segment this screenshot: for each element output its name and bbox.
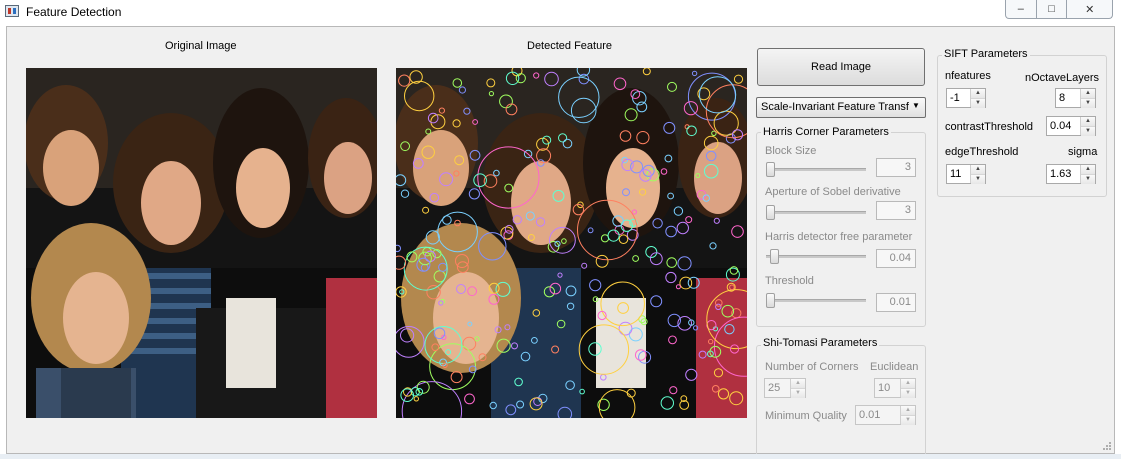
threshold-label: Threshold	[765, 275, 814, 287]
block-size-label: Block Size	[765, 145, 817, 157]
spin-up-icon[interactable]: ▲	[1081, 165, 1095, 175]
window-controls: – □ ✕	[1005, 0, 1113, 19]
euclidean-label: Euclidean	[870, 361, 919, 373]
noctavelayers-label: nOctaveLayers	[1025, 72, 1099, 84]
nfeatures-label: nfeatures	[945, 70, 991, 82]
app-icon	[5, 5, 19, 17]
sigma-label: sigma	[1068, 146, 1098, 158]
block-size-slider-handle[interactable]	[766, 162, 775, 177]
chevron-down-icon: ▼	[912, 101, 920, 110]
spin-up-icon[interactable]: ▲	[971, 89, 985, 99]
minimum-quality-spinbox[interactable]: 0.01 ▲ ▼	[855, 405, 916, 425]
aperture-slider-handle[interactable]	[766, 205, 775, 220]
nfeatures-value: -1	[950, 92, 960, 104]
spin-up-icon[interactable]: ▲	[901, 379, 915, 389]
spin-down-icon[interactable]: ▼	[1081, 127, 1095, 136]
sift-group-title: SIFT Parameters	[942, 48, 1030, 60]
threshold-slider-handle[interactable]	[766, 293, 775, 308]
aperture-slider[interactable]	[766, 205, 866, 220]
minimum-quality-label: Minimum Quality	[765, 410, 847, 422]
contrastthreshold-label: contrastThreshold	[945, 121, 1034, 133]
threshold-slider[interactable]	[766, 293, 866, 308]
spin-up-icon[interactable]: ▲	[971, 165, 985, 175]
sigma-spinbox[interactable]: 1.63 ▲ ▼	[1046, 164, 1096, 184]
edgethreshold-value: 11	[950, 168, 962, 180]
spin-down-icon[interactable]: ▼	[1081, 175, 1095, 184]
spin-down-icon[interactable]: ▼	[971, 175, 985, 184]
resize-grip-icon[interactable]	[1102, 441, 1112, 451]
minimize-button[interactable]: –	[1006, 0, 1037, 18]
aperture-label: Aperture of Sobel derivative	[765, 186, 901, 198]
block-size-slider[interactable]	[766, 162, 866, 177]
contrastthreshold-value: 0.04	[1050, 120, 1072, 132]
edgethreshold-label: edgeThreshold	[945, 146, 1019, 158]
window-title: Feature Detection	[26, 5, 122, 19]
main-window: Original Image Detected Feature Read Ima…	[6, 26, 1115, 457]
block-size-value: 3	[876, 158, 916, 177]
aperture-value: 3	[876, 201, 916, 220]
spin-down-icon[interactable]: ▼	[791, 389, 805, 398]
original-image	[26, 68, 377, 418]
algorithm-select-value: Scale-Invariant Feature Transf	[761, 101, 909, 113]
harris-group-title: Harris Corner Parameters	[761, 126, 891, 138]
minimum-quality-value: 0.01	[859, 409, 881, 421]
noctavelayers-spinbox[interactable]: 8 ▲ ▼	[1055, 88, 1096, 108]
detected-feature-image	[396, 68, 747, 418]
spin-down-icon[interactable]: ▼	[901, 416, 915, 425]
noctavelayers-value: 8	[1059, 92, 1066, 104]
spin-up-icon[interactable]: ▲	[791, 379, 805, 389]
spin-up-icon[interactable]: ▲	[1081, 89, 1095, 99]
contrastthreshold-spinbox[interactable]: 0.04 ▲ ▼	[1046, 116, 1096, 136]
maximize-button[interactable]: □	[1037, 0, 1068, 18]
threshold-value: 0.01	[876, 293, 916, 312]
number-of-corners-value: 25	[768, 382, 781, 394]
sigma-value: 1.63	[1050, 168, 1072, 180]
detected-feature-title: Detected Feature	[527, 40, 612, 52]
spin-up-icon[interactable]: ▲	[1081, 117, 1095, 127]
edgethreshold-spinbox[interactable]: 11 ▲ ▼	[946, 164, 986, 184]
euclidean-value: 10	[878, 382, 891, 394]
original-image-title: Original Image	[165, 40, 237, 52]
euclidean-spinbox[interactable]: 10 ▲ ▼	[874, 378, 916, 398]
number-of-corners-label: Number of Corners	[765, 361, 859, 373]
spin-down-icon[interactable]: ▼	[1081, 99, 1095, 108]
harris-free-parameter-value: 0.04	[876, 249, 916, 268]
read-image-button[interactable]: Read Image	[757, 48, 925, 86]
spin-up-icon[interactable]: ▲	[901, 406, 915, 416]
background-strip	[0, 454, 1121, 459]
number-of-corners-spinbox[interactable]: 25 ▲ ▼	[764, 378, 806, 398]
close-button[interactable]: ✕	[1067, 0, 1112, 18]
nfeatures-spinbox[interactable]: -1 ▲ ▼	[946, 88, 986, 108]
spin-down-icon[interactable]: ▼	[971, 99, 985, 108]
spin-down-icon[interactable]: ▼	[901, 389, 915, 398]
title-bar: Feature Detection – □ ✕	[0, 0, 1121, 24]
harris-free-parameter-label: Harris detector free parameter	[765, 231, 913, 243]
shi-tomasi-group-title: Shi-Tomasi Parameters	[761, 337, 880, 349]
harris-free-parameter-slider[interactable]	[766, 249, 866, 264]
harris-free-parameter-slider-handle[interactable]	[770, 249, 779, 264]
algorithm-select[interactable]: Scale-Invariant Feature Transf ▼	[756, 97, 926, 118]
